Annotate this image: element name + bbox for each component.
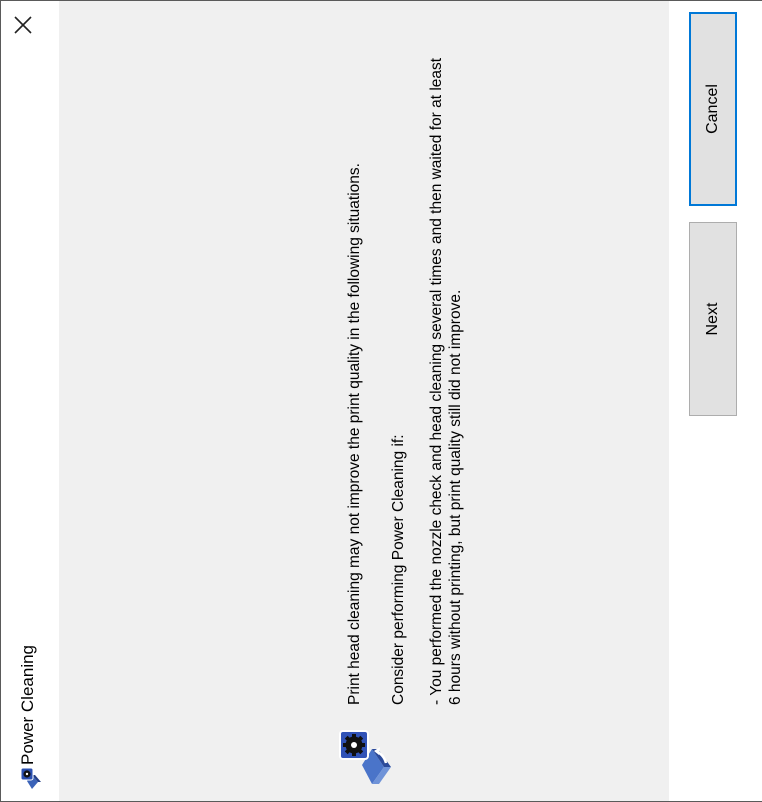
printer-settings-icon bbox=[18, 767, 42, 791]
next-button[interactable]: Next bbox=[689, 222, 737, 416]
condition-bullet: - You performed the nozzle check and hea… bbox=[428, 57, 464, 705]
consider-text: Consider performing Power Cleaning if: bbox=[390, 434, 407, 705]
cancel-button[interactable]: Cancel bbox=[689, 12, 737, 206]
title-bar: Power Cleaning bbox=[1, 1, 59, 801]
printer-gear-icon bbox=[336, 727, 396, 787]
intro-text: Print head cleaning may not improve the … bbox=[346, 163, 363, 705]
message-text: Print head cleaning may not improve the … bbox=[345, 45, 465, 705]
content-area: Print head cleaning may not improve the … bbox=[59, 1, 669, 801]
close-icon bbox=[13, 15, 38, 35]
close-button[interactable] bbox=[5, 5, 45, 45]
window-title: Power Cleaning bbox=[18, 644, 37, 765]
button-bar: Next Cancel bbox=[669, 1, 762, 801]
power-cleaning-dialog: Power Cleaning Print head cleaning may n… bbox=[0, 0, 762, 802]
